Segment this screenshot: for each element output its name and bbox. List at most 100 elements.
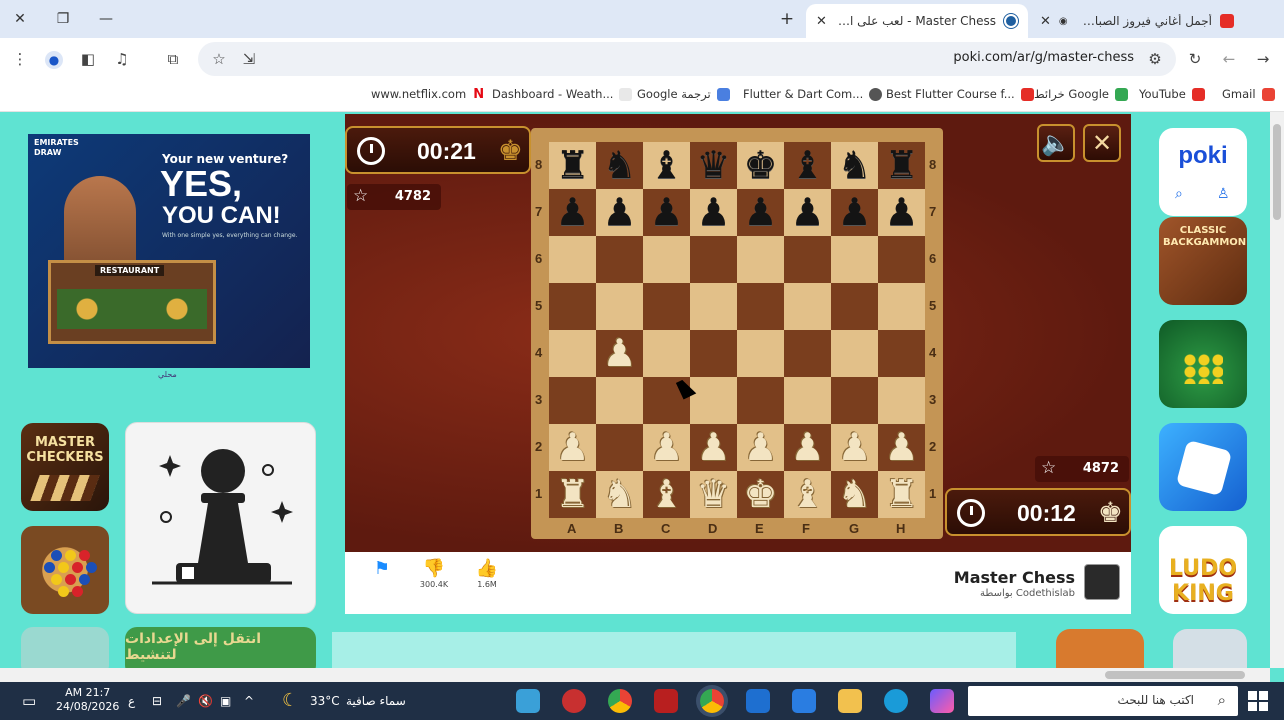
board-square-d4[interactable] — [690, 330, 737, 377]
white-rook-piece[interactable]: ♜ — [549, 471, 596, 518]
black-pawn-piece[interactable]: ♟ — [549, 189, 596, 236]
board-square-g3[interactable] — [831, 377, 878, 424]
tab-close-icon[interactable]: ✕ — [816, 14, 827, 29]
game-tile-chess-pawn[interactable] — [125, 422, 316, 614]
scroll-thumb[interactable] — [1273, 124, 1281, 220]
black-bishop-piece[interactable]: ♝ — [643, 142, 690, 189]
black-pawn-piece[interactable]: ♟ — [831, 189, 878, 236]
board-square-g6[interactable] — [831, 236, 878, 283]
board-square-c4[interactable] — [643, 330, 690, 377]
board-square-c5[interactable] — [643, 283, 690, 330]
tab-close-icon[interactable]: ✕ — [1040, 14, 1051, 29]
dislike-button[interactable]: 👎 300.4K — [417, 558, 451, 589]
temperature[interactable]: 33°C — [310, 690, 340, 712]
white-rook-piece[interactable]: ♜ — [878, 471, 925, 518]
board-square-b6[interactable] — [596, 236, 643, 283]
bookmark-gmail[interactable]: Gmail — [1222, 87, 1275, 101]
install-app-icon[interactable]: ⇲ — [238, 48, 260, 70]
chrome-active-app-icon[interactable] — [700, 689, 724, 713]
bookmark-star-icon[interactable]: ☆ — [208, 48, 230, 70]
board-square-c6[interactable] — [643, 236, 690, 283]
url-text[interactable]: poki.com/ar/g/master-chess — [953, 50, 1134, 65]
recorder-app-icon[interactable] — [562, 689, 586, 713]
game-tile-partial[interactable] — [1173, 629, 1247, 668]
microphone-icon[interactable]: 🎤 — [176, 690, 191, 712]
close-window-button[interactable]: ✕ — [9, 8, 31, 30]
game-tile-ludo-king[interactable]: LUDO KING — [1159, 526, 1247, 614]
forward-icon[interactable]: ← — [1218, 48, 1240, 70]
board-square-e3[interactable] — [737, 377, 784, 424]
media-controls-icon[interactable]: ♫ — [111, 48, 133, 70]
volume-icon[interactable]: 🔇 — [198, 690, 213, 712]
reload-icon[interactable]: ↻ — [1184, 48, 1206, 70]
scroll-thumb[interactable] — [1105, 671, 1245, 679]
black-rook-piece[interactable]: ♜ — [878, 142, 925, 189]
black-knight-piece[interactable]: ♞ — [831, 142, 878, 189]
black-pawn-piece[interactable]: ♟ — [878, 189, 925, 236]
search-icon[interactable]: ⌕ — [1175, 186, 1183, 202]
file-explorer-icon[interactable] — [838, 689, 862, 713]
poki-logo-card[interactable]: poki ⌕ ♙ — [1159, 128, 1247, 216]
board-square-b3[interactable] — [596, 377, 643, 424]
white-pawn-piece[interactable]: ♟ — [737, 424, 784, 471]
edge-app-icon[interactable] — [884, 689, 908, 713]
board-square-d6[interactable] — [690, 236, 737, 283]
horizontal-scrollbar[interactable] — [0, 668, 1270, 682]
tab-master-chess[interactable]: ✕ Master Chess - لعب على الإنترنت مجاناً — [806, 4, 1028, 38]
bookmark-translate[interactable]: Google ترجمة — [637, 87, 730, 101]
white-bishop-piece[interactable]: ♝ — [784, 471, 831, 518]
white-pawn-piece[interactable]: ♟ — [831, 424, 878, 471]
close-game-button[interactable]: ✕ — [1083, 124, 1121, 162]
vertical-scrollbar[interactable] — [1270, 112, 1284, 668]
bookmark-flutter-course[interactable]: Best Flutter Course f... — [886, 87, 1034, 101]
chess-board[interactable]: ♜ ♞ ♝ ♛ ♚ ♝ ♞ ♜ ♟ ♟ ♟ ♟ ♟ ♟ ♟ ♟ ♟ ♟ ♟ ♟ ♟ ♟ ♟ ♟ ♜ ♞ ♝ ♛ ♚ ♝ ♞ ♜ — [549, 142, 925, 518]
white-pawn-piece[interactable]: ♟ — [643, 424, 690, 471]
board-square-b5[interactable] — [596, 283, 643, 330]
like-button[interactable]: 👍 1.6M — [470, 558, 504, 589]
white-pawn-piece[interactable]: ♟ — [690, 424, 737, 471]
bookmark-youtube[interactable]: YouTube — [1139, 87, 1205, 101]
report-button[interactable]: ⚑ — [365, 558, 399, 580]
white-knight-piece[interactable]: ♞ — [596, 471, 643, 518]
black-knight-piece[interactable]: ♞ — [596, 142, 643, 189]
board-square-d5[interactable] — [690, 283, 737, 330]
board-square-a4[interactable] — [549, 330, 596, 377]
site-settings-icon[interactable]: ⚙ — [1144, 48, 1166, 70]
menu-icon[interactable]: ⋮ — [9, 48, 31, 70]
side-panel-icon[interactable]: ◧ — [77, 48, 99, 70]
voice-meeter-app-icon[interactable] — [654, 689, 678, 713]
board-square-h3[interactable] — [878, 377, 925, 424]
show-hidden-icons[interactable]: ^ — [244, 690, 254, 712]
board-square-e6[interactable] — [737, 236, 784, 283]
board-square-a3[interactable] — [549, 377, 596, 424]
white-pawn-piece[interactable]: ♟ — [596, 330, 643, 377]
chrome-app-icon[interactable] — [608, 689, 632, 713]
white-pawn-piece[interactable]: ♟ — [878, 424, 925, 471]
sound-button[interactable]: 🔈 — [1037, 124, 1075, 162]
white-bishop-piece[interactable]: ♝ — [643, 471, 690, 518]
board-square-e4[interactable] — [737, 330, 784, 377]
battery-icon[interactable]: ▣ — [220, 690, 231, 712]
weather-text[interactable]: سماء صافية — [346, 690, 406, 712]
extensions-icon[interactable]: ⧉ — [162, 48, 184, 70]
minimize-window-button[interactable]: — — [95, 8, 117, 30]
bookmark-dashboard[interactable]: Dashboard - Weath... — [492, 87, 633, 101]
board-square-g5[interactable] — [831, 283, 878, 330]
black-pawn-piece[interactable]: ♟ — [596, 189, 643, 236]
address-bar[interactable]: ☆ ⇲ poki.com/ar/g/master-chess ⚙ — [198, 42, 1176, 76]
black-king-piece[interactable]: ♚ — [737, 142, 784, 189]
bookmark-netflix[interactable]: www.netflix.com N — [371, 87, 486, 101]
game-tile-dominoes[interactable]: انتقل إلى الإعدادات لتنشيط — [125, 627, 316, 668]
white-king-piece[interactable]: ♚ — [737, 471, 784, 518]
black-pawn-piece[interactable]: ♟ — [643, 189, 690, 236]
poki-logo[interactable]: poki — [1159, 142, 1247, 170]
white-queen-piece[interactable]: ♛ — [690, 471, 737, 518]
game-tile-dice[interactable] — [1159, 423, 1247, 511]
notepad-app-icon[interactable] — [516, 689, 540, 713]
board-square-a5[interactable] — [549, 283, 596, 330]
board-square-h6[interactable] — [878, 236, 925, 283]
game-tile-master-checkers[interactable]: MASTER CHECKERS — [21, 423, 109, 511]
black-queen-piece[interactable]: ♛ — [690, 142, 737, 189]
outlook-app-icon[interactable] — [746, 689, 770, 713]
black-bishop-piece[interactable]: ♝ — [784, 142, 831, 189]
